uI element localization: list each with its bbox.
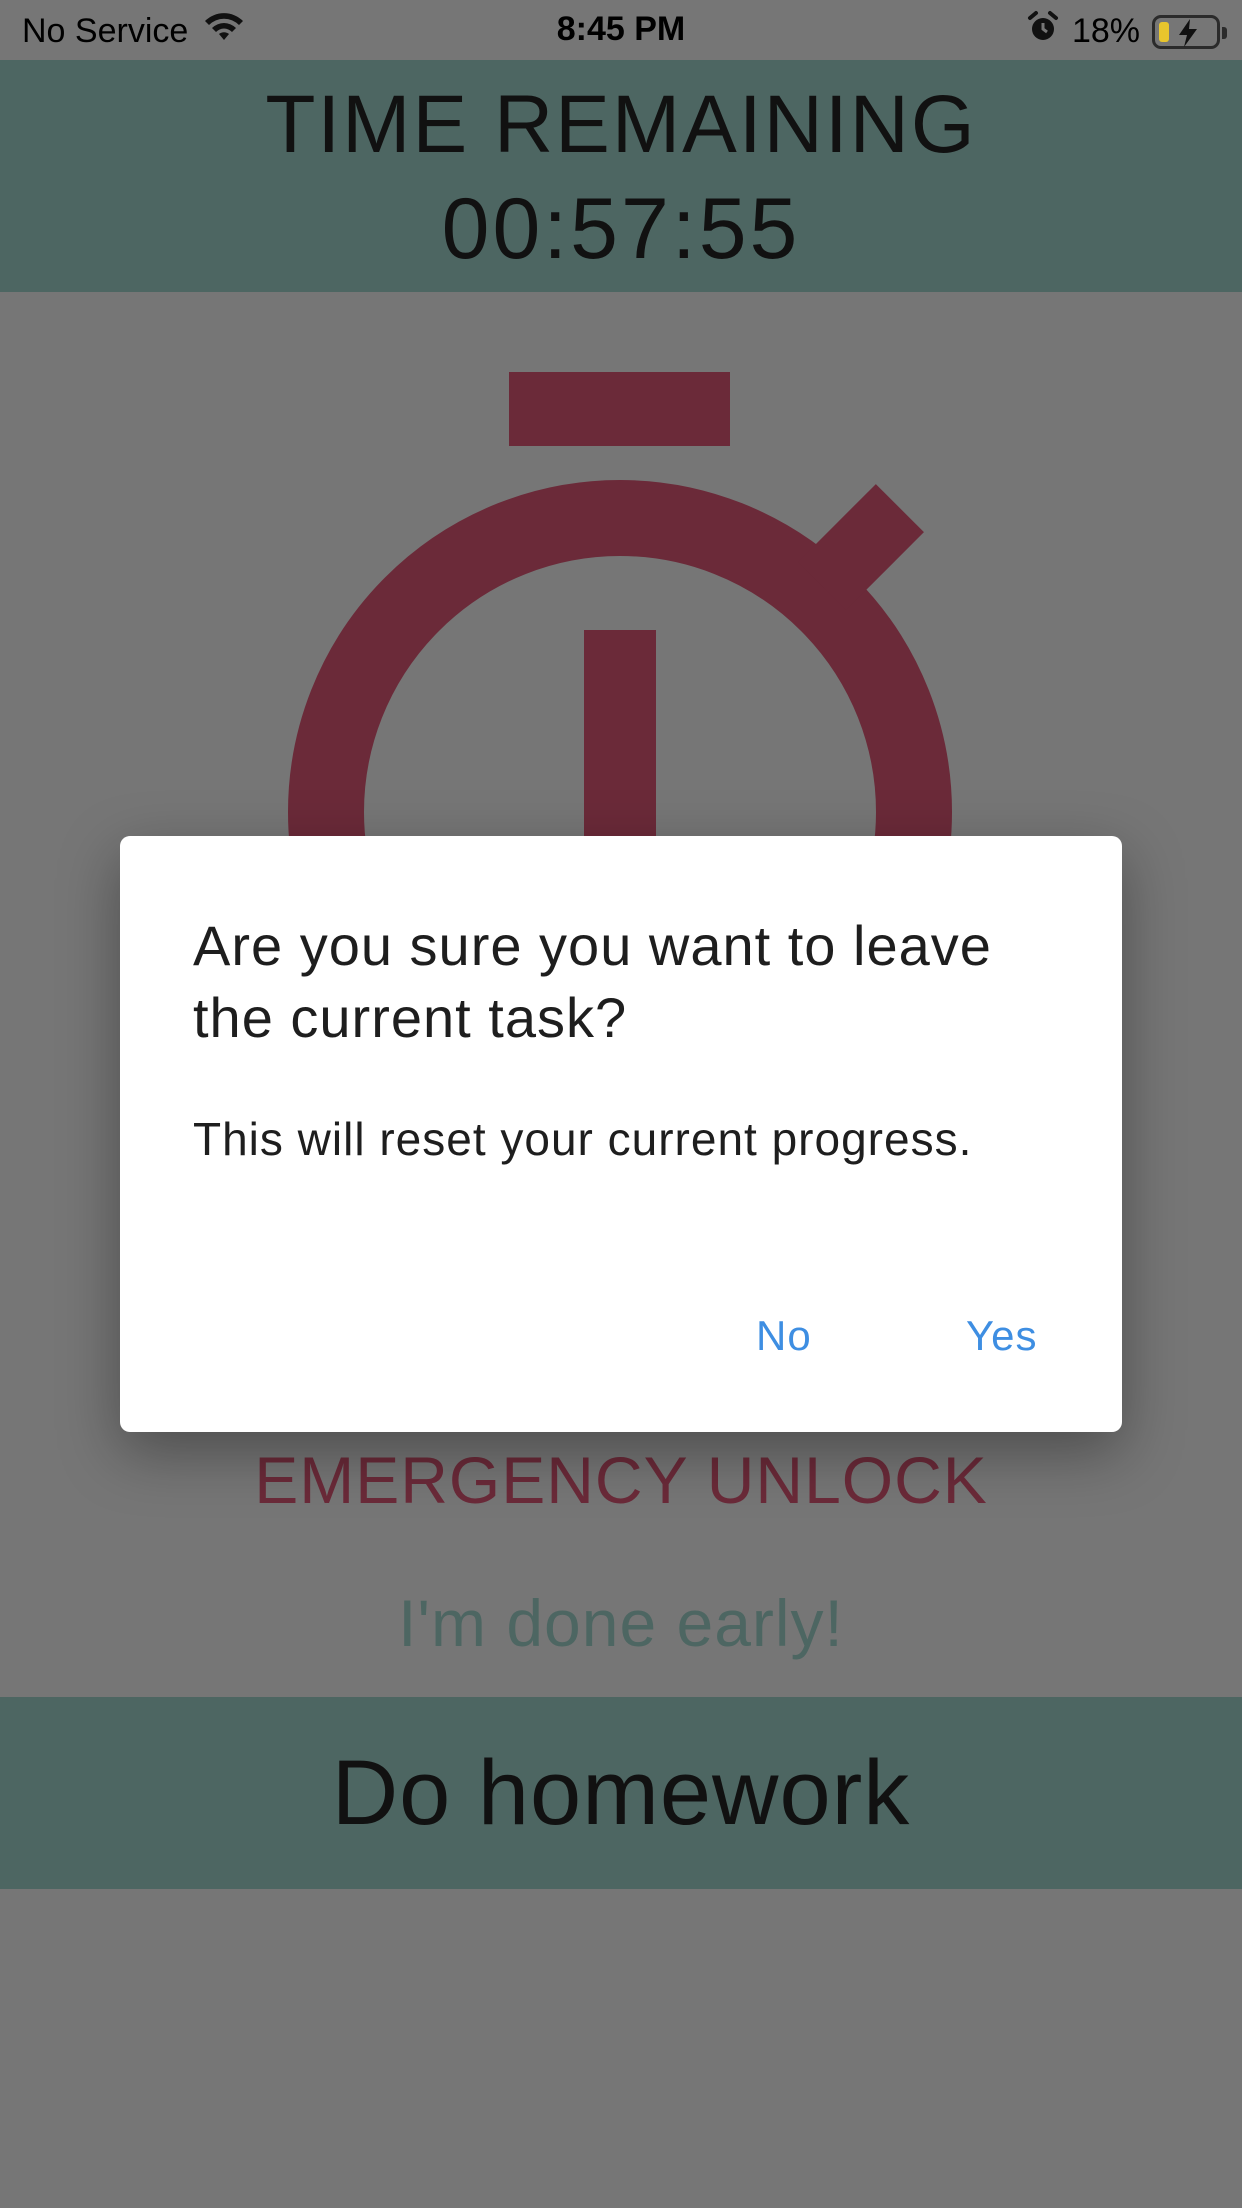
emergency-unlock-button[interactable]: EMERGENCY UNLOCK bbox=[0, 1442, 1242, 1518]
status-bar: No Service 8:45 PM 18% bbox=[0, 0, 1242, 60]
no-button[interactable]: No bbox=[756, 1312, 812, 1360]
task-banner: Do homework bbox=[0, 1697, 1242, 1889]
battery-percent: 18% bbox=[1071, 12, 1140, 50]
status-right: 18% bbox=[1026, 10, 1227, 53]
battery-charging-icon bbox=[1152, 14, 1227, 49]
confirm-dialog: Are you sure you want to leave the curre… bbox=[120, 836, 1122, 1432]
dialog-message: This will reset your current progress. bbox=[193, 1113, 973, 1165]
yes-button[interactable]: Yes bbox=[966, 1312, 1038, 1360]
done-early-button[interactable]: I'm done early! bbox=[0, 1585, 1242, 1661]
timer-value: 00:57:55 bbox=[441, 181, 801, 277]
task-name: Do homework bbox=[331, 1742, 911, 1844]
dialog-title: Are you sure you want to leave the curre… bbox=[193, 914, 992, 1049]
timer-title: TIME REMAINING bbox=[265, 79, 977, 170]
alarm-icon bbox=[1026, 10, 1060, 53]
timer-header: TIME REMAINING 00:57:55 bbox=[0, 60, 1242, 292]
screen: No Service 8:45 PM 18% TIME REMAINING 00… bbox=[0, 0, 1242, 2208]
